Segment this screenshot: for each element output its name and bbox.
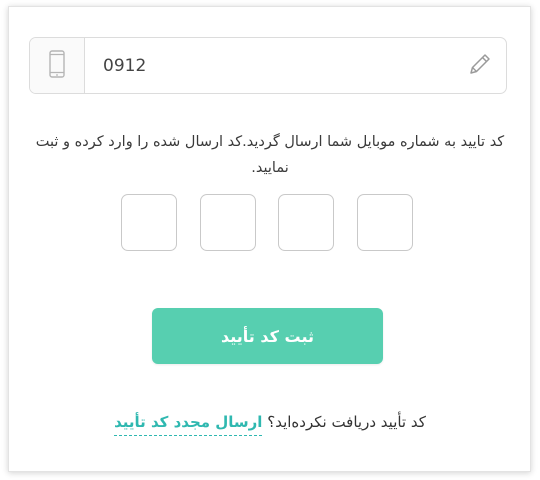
phone-field-group bbox=[29, 37, 507, 94]
code-digit-input[interactable] bbox=[121, 194, 177, 251]
submit-code-button[interactable]: ثبت کد تأیید bbox=[152, 308, 383, 364]
phone-number-input[interactable] bbox=[85, 38, 506, 93]
resend-question: کد تأیید دریافت نکرده‌اید؟ bbox=[267, 413, 426, 431]
pencil-icon bbox=[467, 51, 493, 81]
resend-code-link[interactable]: ارسال مجدد کد تأیید bbox=[114, 413, 263, 436]
code-digit-input[interactable] bbox=[356, 194, 413, 251]
code-digit-input[interactable] bbox=[199, 194, 256, 251]
code-input-row bbox=[121, 194, 413, 251]
resend-row: کد تأیید دریافت نکرده‌اید؟ ارسال مجدد کد… bbox=[31, 413, 509, 436]
verification-card: کد تایید به شماره موبایل شما ارسال گردید… bbox=[8, 6, 531, 472]
code-digit-input[interactable] bbox=[278, 194, 335, 251]
phone-icon-cell bbox=[30, 38, 85, 93]
mobile-phone-icon bbox=[49, 49, 65, 82]
verification-message: کد تایید به شماره موبایل شما ارسال گردید… bbox=[35, 134, 505, 176]
edit-phone-button[interactable] bbox=[464, 50, 496, 82]
